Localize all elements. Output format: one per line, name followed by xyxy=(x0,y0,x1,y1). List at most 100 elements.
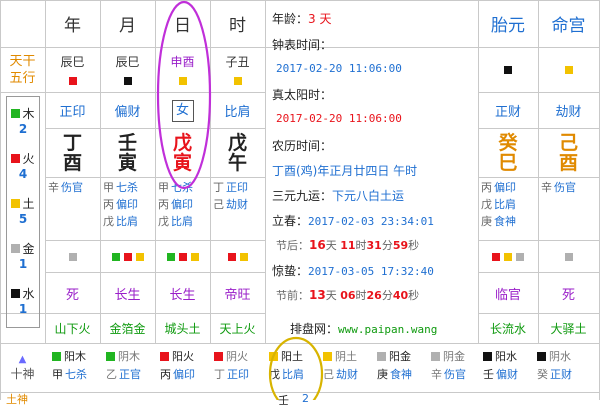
tiangan-wuxing-label: 天干 五行 xyxy=(0,48,45,92)
legend-yinyang: 阳火 xyxy=(172,350,194,363)
jieqian-label: 节前： xyxy=(276,289,309,302)
jieqian-min: 26 xyxy=(366,289,382,302)
legend-item: 阴水 xyxy=(537,348,571,364)
legend-color-swatch xyxy=(160,351,169,361)
pillar-year: 丁 酉 xyxy=(62,132,82,174)
jieqian-hours: 06 xyxy=(340,289,356,302)
nayin-day: 城头土 xyxy=(164,322,201,336)
bottom-row3-label: 土神 xyxy=(6,393,28,406)
legend-shishen-name: 偏财 xyxy=(496,368,518,381)
legend-gan: 辛 xyxy=(431,368,442,381)
bottom-row3-gan: 壬 xyxy=(278,394,289,407)
lichun-value: 2017-02-03 23:34:01 xyxy=(308,215,434,228)
legend-shishen: 庚食神 xyxy=(377,366,412,382)
hidden-gan: 辛 xyxy=(48,181,59,194)
jiehou-hours: 11 xyxy=(340,239,356,252)
changsheng-month: 长生 xyxy=(114,287,141,303)
hidden-gan: 戊 xyxy=(481,198,492,211)
lunar-label: 农历时间： xyxy=(272,139,333,153)
legend-shishen-name: 食神 xyxy=(390,368,412,381)
legend-color-swatch xyxy=(269,351,278,361)
legend-yinyang: 阳水 xyxy=(495,350,517,363)
site-link[interactable]: www.paipan.wang xyxy=(338,323,437,336)
unit-shi-1: 时 xyxy=(355,239,367,252)
legend-shishen: 丁正印 xyxy=(214,366,249,382)
legend-shishen-name: 正印 xyxy=(227,368,249,381)
zhi-color-minggong xyxy=(538,241,599,272)
legend-gan: 壬 xyxy=(483,368,494,381)
legend-gan: 丙 xyxy=(160,368,171,381)
tiangan-label: 天干 xyxy=(9,54,36,69)
hidden-stem-hour: 己劫财 xyxy=(213,197,264,213)
jingzhe-label: 惊蛰： xyxy=(272,264,309,278)
unit-fen-1: 分 xyxy=(381,239,393,252)
wuxing-count: 2 xyxy=(18,121,28,136)
nayin-minggong: 大驿土 xyxy=(550,322,587,336)
shishen-hour: 比肩 xyxy=(224,105,251,120)
hidden-shishen: 偏印 xyxy=(494,181,516,194)
unit-shi-2: 时 xyxy=(355,289,367,302)
legend-yinyang: 阴木 xyxy=(118,350,140,363)
legend-shishen: 乙正官 xyxy=(106,366,141,382)
hidden-gan: 戊 xyxy=(103,215,114,228)
legend-gan: 乙 xyxy=(106,368,117,381)
jiehou-label: 节后： xyxy=(276,239,309,252)
wuxing-color-swatch xyxy=(11,288,21,298)
unit-fen-2: 分 xyxy=(381,289,393,302)
legend-shishen-name: 正官 xyxy=(119,368,141,381)
jingzhe-value: 2017-03-05 17:32:40 xyxy=(308,265,434,278)
wuxing-count-item: 水1 xyxy=(7,280,39,320)
header-taiyuan: 胎元 xyxy=(491,16,525,36)
wuxing-name: 土 xyxy=(22,196,35,211)
hidden-gan: 己 xyxy=(213,198,224,211)
pillar-day: 戊 寅 xyxy=(172,132,192,174)
solar-time-label: 真太阳时： xyxy=(272,88,333,102)
wuxing-label: 五行 xyxy=(9,71,36,86)
hidden-stem-month: 甲七杀 xyxy=(103,180,154,196)
bazi-chart: 年 月 日 时 胎元 命宫 天干 五行 辰巳 辰巳 申酉 子丑 木2火4土5金1… xyxy=(0,0,600,407)
legend-item: 阳水 xyxy=(483,348,517,364)
wuxing-color-swatch xyxy=(11,243,21,253)
hidden-stem-taiyuan: 丙偏印 xyxy=(481,180,537,196)
shishen-year: 正印 xyxy=(59,105,86,120)
legend-shishen-name: 伤官 xyxy=(444,368,466,381)
minggong-wuxing xyxy=(538,48,599,92)
shishen-taiyuan: 正财 xyxy=(494,105,521,120)
legend-shishen-name: 偏印 xyxy=(173,368,195,381)
legend-gan: 己 xyxy=(323,368,334,381)
hidden-gan: 丙 xyxy=(481,181,492,194)
hidden-gan: 戊 xyxy=(158,215,169,228)
hidden-gan: 庚 xyxy=(481,215,492,228)
unit-miao-1: 秒 xyxy=(408,239,420,252)
dizhi-wuxing-day: 申酉 xyxy=(155,48,210,92)
hidden-shishen: 比肩 xyxy=(171,215,193,228)
zhi-color-taiyuan xyxy=(478,241,538,272)
wuxing-name: 火 xyxy=(22,151,35,166)
hidden-stem-day: 丙偏印 xyxy=(158,197,209,213)
unit-tian-2: 天 xyxy=(325,289,337,302)
age-value: 3 天 xyxy=(308,12,332,26)
legend-yinyang: 阳金 xyxy=(389,350,411,363)
hidden-shishen: 比肩 xyxy=(494,198,516,211)
nayin-hour: 天上火 xyxy=(219,322,256,336)
legend-shishen-name: 正财 xyxy=(550,368,572,381)
shishen-minggong: 劫财 xyxy=(555,105,582,120)
header-day: 日 xyxy=(174,16,191,36)
taiyuan-wuxing xyxy=(478,48,538,92)
legend-shishen: 辛伤官 xyxy=(431,366,466,382)
dizhi-wuxing-year: 辰巳 xyxy=(45,48,100,92)
header-month: 月 xyxy=(119,16,136,36)
legend-item: 阳金 xyxy=(377,348,411,364)
legend-color-swatch xyxy=(377,351,386,361)
wuxing-color-swatch xyxy=(11,153,21,163)
legend-gan: 丁 xyxy=(214,368,225,381)
hidden-shishen: 偏印 xyxy=(171,198,193,211)
age-label: 年龄： xyxy=(272,12,309,26)
legend-gan: 戊 xyxy=(269,368,280,381)
legend-color-swatch xyxy=(323,351,332,361)
changsheng-minggong: 死 xyxy=(561,287,575,303)
nayin-month: 金箔金 xyxy=(109,322,146,336)
legend-yinyang: 阴金 xyxy=(443,350,465,363)
unit-miao-2: 秒 xyxy=(408,289,420,302)
hidden-stem-year: 辛伤官 xyxy=(48,180,99,196)
